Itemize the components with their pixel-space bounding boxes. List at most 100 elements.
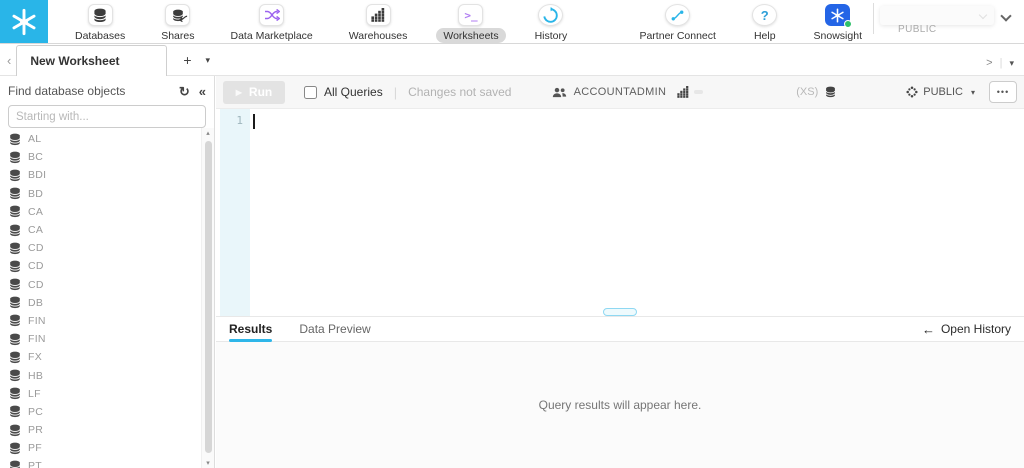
- warehouse-icon: [677, 86, 689, 98]
- collapse-sidebar-icon[interactable]: «: [190, 85, 206, 98]
- database-list-item[interactable]: BC: [0, 148, 201, 166]
- new-worksheet-button[interactable]: +: [167, 52, 195, 75]
- database-list-item[interactable]: CD: [0, 257, 201, 275]
- user-account-menu[interactable]: PUBLIC: [874, 0, 1002, 40]
- database-icon: [9, 351, 21, 364]
- worksheet-tab-bar: ‹ New Worksheet + ▾ > | ▾: [0, 44, 1024, 76]
- database-list-item[interactable]: FIN: [0, 330, 201, 348]
- editor-line-gutter: 1: [220, 109, 250, 316]
- panel-resize-handle[interactable]: [603, 308, 637, 316]
- database-name: BD: [28, 188, 43, 200]
- database-icon: [9, 224, 21, 237]
- schema-dots-icon: [906, 86, 918, 98]
- tab-data-preview[interactable]: Data Preview: [299, 317, 370, 341]
- database-list-item[interactable]: BDI: [0, 166, 201, 184]
- database-list-item[interactable]: FX: [0, 348, 201, 366]
- run-button[interactable]: ▶ Run: [223, 81, 285, 104]
- nav-label: Snowsight: [807, 28, 869, 43]
- database-list-item[interactable]: PC: [0, 403, 201, 421]
- worksheet-menu-caret-icon[interactable]: ▾: [196, 55, 219, 75]
- database-icon: [9, 387, 21, 400]
- redacted-warehouse-name: [694, 90, 703, 94]
- worksheets-terminal-icon: >_: [458, 4, 483, 26]
- text-cursor: [253, 114, 255, 129]
- database-list-item[interactable]: DB: [0, 294, 201, 312]
- database-list-item[interactable]: CD: [0, 276, 201, 294]
- nav-label: Warehouses: [342, 28, 415, 43]
- tab-new-worksheet[interactable]: New Worksheet: [16, 45, 167, 76]
- database-icon: [9, 369, 21, 382]
- tab-results[interactable]: Results: [229, 317, 272, 341]
- nav-item-shares[interactable]: Shares: [154, 4, 201, 43]
- database-list: AL BC BDI BD CA CA CD CD CD DB FIN FIN F…: [0, 130, 201, 468]
- database-search-input[interactable]: [8, 105, 206, 128]
- schema-selector[interactable]: PUBLIC ▾: [906, 86, 975, 98]
- sidebar-scrollbar[interactable]: ▴ ▾: [201, 128, 214, 468]
- nav-label-selected: Worksheets: [436, 28, 505, 43]
- nav-item-history[interactable]: History: [528, 4, 575, 43]
- tab-list-caret-icon[interactable]: ▾: [1009, 58, 1014, 69]
- open-history-button[interactable]: ← Open History: [922, 322, 1024, 337]
- nav-label: Databases: [68, 28, 132, 43]
- snowflake-logo[interactable]: [0, 0, 48, 43]
- empty-results-message: Query results will appear here.: [539, 398, 702, 412]
- tab-overflow-controls: > | ▾: [986, 57, 1024, 75]
- database-list-item[interactable]: FIN: [0, 312, 201, 330]
- scroll-up-icon[interactable]: ▴: [202, 129, 214, 137]
- database-icon: [9, 460, 21, 468]
- database-name: PC: [28, 406, 43, 418]
- scroll-down-icon[interactable]: ▾: [202, 459, 214, 467]
- account-role-label: PUBLIC: [898, 24, 937, 35]
- database-list-item[interactable]: CA: [0, 203, 201, 221]
- tabs-scroll-left-icon[interactable]: ‹: [0, 53, 16, 75]
- nav-label: Data Marketplace: [223, 28, 319, 43]
- database-object-sidebar: Find database objects ↻ « AL BC BDI BD C…: [0, 76, 215, 468]
- nav-item-data-marketplace[interactable]: Data Marketplace: [223, 4, 319, 43]
- nav-item-partner-connect[interactable]: Partner Connect: [632, 4, 722, 43]
- database-list-item[interactable]: AL: [0, 130, 201, 148]
- database-name: PF: [28, 442, 42, 454]
- database-name: BDI: [28, 169, 46, 181]
- all-queries-checkbox[interactable]: [304, 86, 317, 99]
- database-selector[interactable]: [825, 86, 836, 98]
- database-list-item[interactable]: LF: [0, 385, 201, 403]
- database-list-item[interactable]: PR: [0, 421, 201, 439]
- line-number: 1: [236, 114, 243, 127]
- database-list-item[interactable]: BD: [0, 185, 201, 203]
- refresh-icon[interactable]: ↻: [170, 85, 190, 98]
- database-list-item[interactable]: CA: [0, 221, 201, 239]
- tabs-scroll-right-icon[interactable]: >: [986, 57, 992, 69]
- account-chevron-down-icon[interactable]: [1000, 10, 1011, 21]
- primary-nav-items: Databases Shares Data Marketplace Wa: [68, 0, 574, 43]
- database-name: HB: [28, 370, 43, 382]
- nav-item-warehouses[interactable]: Warehouses: [342, 4, 415, 43]
- ellipsis-icon: •••: [997, 87, 1009, 97]
- nav-item-help[interactable]: ? Help: [747, 4, 783, 43]
- database-list-item[interactable]: PF: [0, 439, 201, 457]
- utility-nav-items: Partner Connect ? Help Snowsight: [632, 0, 869, 43]
- question-mark-glyph: ?: [761, 8, 769, 23]
- scrollbar-thumb[interactable]: [205, 141, 212, 453]
- database-icon: [9, 242, 21, 255]
- warehouse-size-label: (XS): [796, 86, 818, 98]
- snowsight-icon: [825, 4, 850, 26]
- database-icon: [9, 151, 21, 164]
- database-icon: [825, 86, 836, 98]
- worksheet-main-panel: ▶ Run All Queries | Changes not saved AC…: [216, 76, 1024, 468]
- online-status-dot: [844, 20, 852, 28]
- save-status-text: Changes not saved: [408, 85, 511, 99]
- warehouse-selector[interactable]: [677, 86, 689, 98]
- sql-editor[interactable]: 1: [216, 109, 1024, 316]
- role-selector[interactable]: ACCOUNTADMIN: [552, 86, 667, 98]
- more-options-button[interactable]: •••: [989, 81, 1017, 103]
- database-list-item[interactable]: PT: [0, 457, 201, 468]
- nav-label: History: [528, 28, 575, 43]
- nav-item-databases[interactable]: Databases: [68, 4, 132, 43]
- worksheet-toolbar: ▶ Run All Queries | Changes not saved AC…: [216, 76, 1024, 109]
- database-list-item[interactable]: HB: [0, 366, 201, 384]
- partner-connect-icon: [665, 4, 690, 26]
- database-list-item[interactable]: CD: [0, 239, 201, 257]
- nav-item-worksheets[interactable]: >_ Worksheets: [436, 4, 505, 43]
- nav-item-snowsight[interactable]: Snowsight: [807, 4, 869, 43]
- chevron-down-icon: [979, 11, 987, 19]
